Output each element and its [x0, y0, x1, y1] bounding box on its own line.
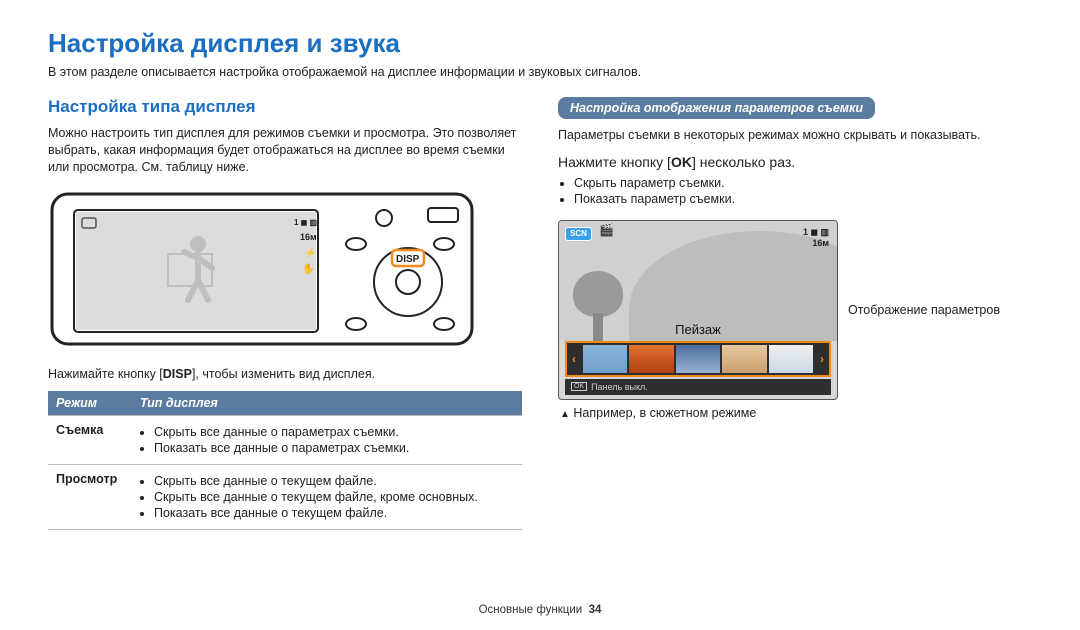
example-note: ▲ Например, в сюжетном режиме	[560, 406, 1032, 420]
scene-label: Пейзаж	[559, 322, 837, 337]
chevron-left-icon: ‹	[567, 343, 581, 375]
page-footer: Основные функции 34	[0, 604, 1080, 616]
list-item: Скрыть все данные о параметрах съемки.	[154, 425, 514, 439]
list-item: Показать параметр съемки.	[574, 192, 1032, 206]
svg-text:16м: 16м	[300, 232, 317, 242]
section-pill: Настройка отображения параметров съемки	[558, 97, 875, 119]
page-title: Настройка дисплея и звука	[48, 28, 1032, 59]
film-icon: 🎬	[599, 223, 614, 237]
scn-badge: SCN	[565, 227, 592, 241]
list-item: Скрыть параметр съемки.	[574, 176, 1032, 190]
row-mode-shoot: Съемка	[48, 415, 132, 464]
disp-button-label: DISP	[396, 254, 420, 265]
param-bullets: Скрыть параметр съемки. Показать парамет…	[574, 176, 1032, 206]
param-display-label: Отображение параметров	[848, 303, 1000, 317]
thumb	[583, 345, 627, 373]
display-type-intro: Можно настроить тип дисплея для режимов …	[48, 125, 522, 176]
list-item: Показать все данные о параметрах съемки.	[154, 441, 514, 455]
page-number: 34	[589, 604, 602, 616]
lcd-figure-wrap: 🎬 SCN 1 ◼ ▥ 16м Пейзаж ‹ ›	[558, 220, 1032, 400]
row-mode-view: Просмотр	[48, 464, 132, 529]
ok-label: OK	[671, 154, 692, 170]
panel-off-bar: OK Панель выкл.	[565, 379, 831, 395]
list-item: Скрыть все данные о текущем файле, кроме…	[154, 490, 514, 504]
param-desc: Параметры съемки в некоторых режимах мож…	[558, 127, 1032, 144]
col-mode: Режим	[48, 391, 132, 416]
list-item: Показать все данные о текущем файле.	[154, 506, 514, 520]
svg-text:✋: ✋	[302, 262, 314, 275]
svg-text:1 ◼ ▥: 1 ◼ ▥	[294, 218, 317, 227]
disp-label: DISP	[163, 367, 192, 381]
lcd-screen: 🎬 SCN 1 ◼ ▥ 16м Пейзаж ‹ ›	[558, 220, 838, 400]
thumbnail-strip: ‹ ›	[565, 341, 831, 377]
table-row: Съемка Скрыть все данные о параметрах съ…	[48, 415, 522, 464]
triangle-up-icon: ▲	[560, 409, 570, 420]
right-column: Настройка отображения параметров съемки …	[558, 97, 1032, 530]
disp-caption: Нажимайте кнопку [DISP], чтобы изменить …	[48, 367, 522, 381]
col-type: Тип дисплея	[132, 391, 522, 416]
two-column-layout: Настройка типа дисплея Можно настроить т…	[48, 97, 1032, 530]
section-heading-display-type: Настройка типа дисплея	[48, 97, 522, 117]
press-ok-instruction: Нажмите кнопку [OK] несколько раз.	[558, 154, 1032, 170]
thumb	[676, 345, 720, 373]
chevron-right-icon: ›	[815, 343, 829, 375]
thumb	[629, 345, 673, 373]
table-row: Просмотр Скрыть все данные о текущем фай…	[48, 464, 522, 529]
page-subtitle: В этом разделе описывается настройка ото…	[48, 65, 1032, 79]
camera-illustration: 1 ◼ ▥ 16м ⚡ ✋ DISP	[48, 184, 522, 357]
thumb	[722, 345, 766, 373]
list-item: Скрыть все данные о текущем файле.	[154, 474, 514, 488]
ok-icon: OK	[571, 382, 587, 391]
camera-svg: 1 ◼ ▥ 16м ⚡ ✋ DISP	[48, 184, 488, 354]
svg-text:⚡: ⚡	[304, 246, 316, 259]
thumb	[769, 345, 813, 373]
lcd-status: 1 ◼ ▥ 16м	[803, 227, 829, 248]
display-type-table: Режим Тип дисплея Съемка Скрыть все данн…	[48, 391, 522, 530]
left-column: Настройка типа дисплея Можно настроить т…	[48, 97, 522, 530]
